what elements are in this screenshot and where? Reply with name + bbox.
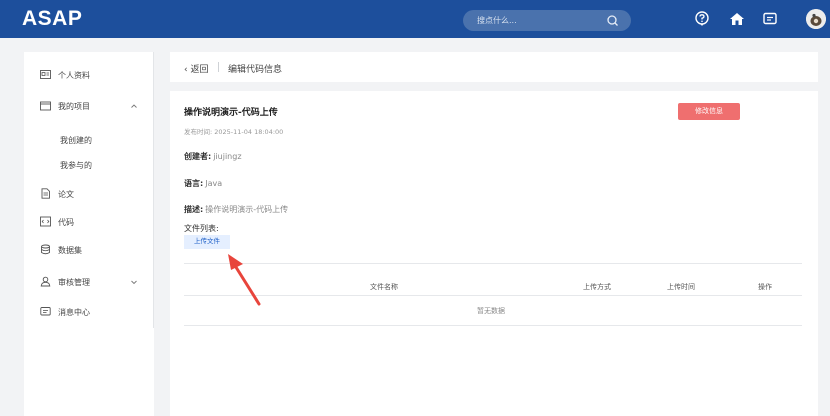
sidebar-item-review-management[interactable]: 审核管理 <box>24 273 154 291</box>
sidebar-item-datasets[interactable]: 数据集 <box>24 241 154 259</box>
search-icon[interactable] <box>605 13 620 28</box>
sidebar: 个人资料 我的项目 我创建的 我参与的 论文 代码 数据集 审核管理 消息中心 <box>24 52 154 416</box>
table-header-divider <box>184 295 802 296</box>
description-value: 操作说明演示-代码上传 <box>205 205 289 214</box>
language-label: 语言: <box>184 179 204 188</box>
sidebar-subitem-joined[interactable]: 我参与的 <box>60 160 92 171</box>
language-value: Java <box>205 179 223 188</box>
sidebar-item-my-projects[interactable]: 我的项目 <box>24 97 154 115</box>
description-label: 描述: <box>184 205 204 214</box>
edit-info-button[interactable]: 修改信息 <box>678 103 740 120</box>
sidebar-item-label: 论文 <box>58 190 74 199</box>
divider <box>184 263 802 264</box>
empty-table-message: 暂无数据 <box>477 307 505 315</box>
user-avatar[interactable] <box>806 9 826 29</box>
user-audit-icon <box>40 276 51 287</box>
column-header-upload-method: 上传方式 <box>583 283 611 291</box>
sidebar-item-label: 代码 <box>58 218 74 227</box>
sidebar-item-label: 个人资料 <box>58 71 90 80</box>
folder-icon <box>40 101 51 111</box>
document-icon <box>41 188 50 199</box>
sidebar-item-label: 消息中心 <box>58 308 90 317</box>
sidebar-item-label: 数据集 <box>58 246 82 255</box>
column-header-actions: 操作 <box>758 283 772 291</box>
language-field: 语言: Java <box>184 178 222 189</box>
home-icon[interactable] <box>728 10 746 28</box>
annotation-arrow-icon <box>228 254 261 306</box>
breadcrumb-separator <box>218 62 219 72</box>
chevron-down-icon[interactable] <box>130 278 138 286</box>
help-icon[interactable] <box>693 10 711 28</box>
table-row-divider <box>184 325 802 326</box>
sidebar-divider <box>153 52 154 328</box>
sidebar-item-code[interactable]: 代码 <box>24 213 154 231</box>
search-input[interactable] <box>477 14 597 27</box>
app-logo[interactable]: ASAP <box>22 7 82 31</box>
breadcrumb: ‹ 返回 编辑代码信息 <box>170 52 818 82</box>
upload-file-button[interactable]: 上传文件 <box>184 235 230 249</box>
sidebar-item-profile[interactable]: 个人资料 <box>24 66 154 84</box>
id-card-icon <box>40 70 51 79</box>
code-detail-card: 操作说明演示-代码上传 发布时间: 2025-11-04 18:04:00 修改… <box>170 91 818 416</box>
search-box[interactable] <box>463 10 631 31</box>
description-field: 描述: 操作说明演示-代码上传 <box>184 204 288 215</box>
creator-value: jiujingz <box>213 152 242 161</box>
code-icon <box>40 216 51 227</box>
project-title: 操作说明演示-代码上传 <box>184 108 278 118</box>
chevron-up-icon[interactable] <box>130 102 138 110</box>
back-link-label: 返回 <box>190 65 209 75</box>
sidebar-item-label: 我的项目 <box>58 102 90 111</box>
sidebar-item-papers[interactable]: 论文 <box>24 185 154 203</box>
sidebar-item-label: 审核管理 <box>58 278 90 287</box>
database-icon <box>41 244 50 255</box>
publish-time: 发布时间: 2025-11-04 18:04:00 <box>184 128 284 136</box>
sidebar-subitem-created[interactable]: 我创建的 <box>60 135 92 146</box>
column-header-file-name: 文件名称 <box>370 283 398 291</box>
avatar-image <box>806 9 826 29</box>
top-navigation-bar: ASAP <box>0 0 830 38</box>
message-icon <box>40 307 51 316</box>
message-icon[interactable] <box>761 10 779 28</box>
back-link[interactable]: ‹ 返回 <box>184 62 208 75</box>
creator-field: 创建者: jiujingz <box>184 151 242 162</box>
sidebar-item-message-center[interactable]: 消息中心 <box>24 303 154 321</box>
page-title: 编辑代码信息 <box>228 65 283 75</box>
file-list-label: 文件列表: <box>184 224 219 233</box>
creator-label: 创建者: <box>184 152 212 161</box>
column-header-upload-time: 上传时间 <box>667 283 695 291</box>
